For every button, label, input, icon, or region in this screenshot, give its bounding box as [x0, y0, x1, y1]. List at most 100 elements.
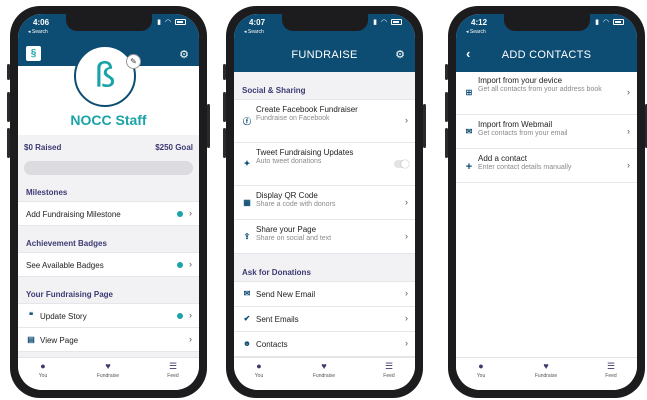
tab-you[interactable]: ● You	[18, 361, 68, 379]
add-contacts-screen: ‹ ADD CONTACTS 4:12 ◂ Search ▮ ◠ ⊞ Impor…	[456, 14, 637, 390]
section-ask-donations: Ask for Donations	[242, 268, 311, 277]
page-title: ADD CONTACTS	[501, 49, 592, 61]
row-title: Display QR Code	[256, 191, 318, 200]
create-facebook-fundraiser-row[interactable]: ⓕ Create Facebook Fundraiser Fundraise o…	[234, 99, 415, 143]
sent-emails-row[interactable]: ✔ Sent Emails ›	[234, 306, 415, 332]
section-milestones: Milestones	[26, 188, 68, 197]
row-title: Share your Page	[256, 225, 317, 234]
tab-label: You	[38, 373, 48, 379]
tab-label: You	[476, 373, 486, 379]
chevron-right-icon: ›	[405, 196, 408, 207]
tab-you[interactable]: ● You	[234, 361, 284, 379]
tab-you[interactable]: ● You	[456, 361, 506, 379]
notch	[281, 14, 368, 31]
back-to-search-link[interactable]: ◂ Search	[244, 29, 264, 35]
notch	[503, 14, 590, 31]
tab-fundraise[interactable]: ♥ Fundraise	[83, 361, 133, 379]
avatar[interactable]: ß	[74, 45, 136, 107]
battery-icon	[613, 19, 624, 26]
back-to-search-link[interactable]: ◂ Search	[466, 29, 486, 35]
tab-feed[interactable]: ☰ Feed	[586, 361, 636, 379]
display-qr-code-row[interactable]: ▦ Display QR Code Share a code with dono…	[234, 185, 415, 220]
profile-name: NOCC Staff	[70, 112, 147, 128]
section-badges: Achievement Badges	[26, 239, 107, 248]
section-social-sharing: Social & Sharing	[242, 86, 306, 95]
ribbon-icon: ß	[94, 56, 116, 96]
back-to-search-link[interactable]: ◂ Search	[28, 29, 48, 35]
list-icon: ☰	[606, 361, 616, 371]
gift-icon: ⊞	[465, 88, 473, 97]
row-title: Contacts	[256, 340, 288, 349]
add-milestone-row[interactable]: Add Fundraising Milestone ›	[18, 201, 199, 226]
section-fundraising-page: Your Fundraising Page	[26, 290, 113, 299]
status-icons: ▮ ◠	[373, 18, 402, 26]
chevron-right-icon: ›	[405, 115, 408, 125]
envelope-icon: ✉	[243, 289, 251, 298]
add-milestone-label: Add Fundraising Milestone	[26, 210, 121, 219]
chevron-right-icon: ›	[405, 338, 408, 348]
wifi-icon: ◠	[380, 19, 389, 26]
update-story-row[interactable]: ❝ Update Story ›	[18, 303, 199, 328]
phone-fundraise: FUNDRAISE ⚙ 4:07 ◂ Search ▮ ◠ Social & S…	[223, 6, 426, 398]
tweet-updates-toggle[interactable]	[394, 160, 409, 168]
add-contact-row[interactable]: + Add a contact Enter contact details ma…	[456, 148, 637, 183]
tab-label: Feed	[167, 373, 179, 379]
person-icon: ●	[256, 361, 262, 371]
tab-feed[interactable]: ☰ Feed	[148, 361, 198, 379]
status-time: 4:07	[249, 18, 266, 27]
fundraising-progress-bar	[24, 161, 193, 175]
organization-logo-icon: §	[26, 46, 41, 61]
qr-code-icon: ▦	[243, 197, 251, 207]
profile-content: $0 Raised $250 Goal Milestones Add Fundr…	[18, 135, 199, 357]
status-time: 4:12	[471, 18, 488, 27]
indicator-dot-icon	[177, 210, 183, 217]
chevron-right-icon: ›	[189, 207, 192, 218]
tab-bar: ● You ♥ Fundraise ☰ Feed	[18, 357, 199, 390]
chevron-right-icon: ›	[405, 230, 408, 241]
quote-icon: ❝	[28, 310, 34, 320]
row-subtitle: Auto tweet donations	[256, 158, 322, 165]
row-subtitle: Share a code with donors	[256, 201, 336, 208]
tab-feed[interactable]: ☰ Feed	[364, 361, 414, 379]
plus-icon: +	[465, 160, 473, 173]
tab-fundraise[interactable]: ♥ Fundraise	[299, 361, 349, 379]
indicator-dot-icon	[177, 261, 183, 268]
chevron-right-icon: ›	[189, 333, 192, 344]
fundraise-content: Social & Sharing ⓕ Create Facebook Fundr…	[234, 72, 415, 357]
import-webmail-row[interactable]: ✉ Import from Webmail Get contacts from …	[456, 114, 637, 149]
twitter-icon: ✦	[243, 159, 251, 168]
tweet-updates-row: ✦ Tweet Fundraising Updates Auto tweet d…	[234, 142, 415, 186]
gear-icon[interactable]: ⚙	[395, 48, 405, 61]
import-device-row[interactable]: ⊞ Import from your device Get all contac…	[456, 72, 637, 115]
row-title: Sent Emails	[256, 315, 299, 324]
see-badges-row[interactable]: See Available Badges ›	[18, 252, 199, 277]
list-icon: ☰	[384, 361, 394, 371]
signal-icon: ▮	[157, 19, 162, 26]
goal-amount: $250 Goal	[155, 143, 193, 152]
contacts-row[interactable]: ☻ Contacts ›	[234, 331, 415, 357]
profile-screen: § ⚙ 4:06 ◂ Search ▮ ◠ ß ✎ NOCC Staff $0 …	[18, 14, 199, 390]
share-icon: ⇪	[243, 231, 251, 241]
view-page-label: View Page	[40, 336, 79, 345]
chevron-right-icon: ›	[189, 309, 192, 320]
edit-avatar-icon[interactable]: ✎	[126, 54, 141, 69]
person-icon: ●	[478, 361, 484, 371]
row-title: Add a contact	[478, 154, 527, 163]
battery-icon	[391, 19, 402, 26]
raised-amount: $0 Raised	[24, 143, 62, 152]
row-subtitle: Fundraise on Facebook	[256, 115, 330, 122]
heart-icon: ♥	[105, 361, 111, 371]
heart-icon: ♥	[321, 361, 327, 371]
gear-icon[interactable]: ⚙	[179, 48, 189, 61]
phone-profile: § ⚙ 4:06 ◂ Search ▮ ◠ ß ✎ NOCC Staff $0 …	[7, 6, 210, 398]
wifi-icon: ◠	[602, 19, 611, 26]
indicator-dot-icon	[177, 312, 183, 319]
view-page-row[interactable]: ▤ View Page ›	[18, 327, 199, 352]
tab-bar: ● You ♥ Fundraise ☰ Feed	[456, 357, 637, 390]
phone-add-contacts: ‹ ADD CONTACTS 4:12 ◂ Search ▮ ◠ ⊞ Impor…	[445, 6, 647, 398]
tab-fundraise[interactable]: ♥ Fundraise	[521, 361, 571, 379]
send-new-email-row[interactable]: ✉ Send New Email ›	[234, 281, 415, 307]
tab-label: Fundraise	[312, 373, 336, 379]
share-page-row[interactable]: ⇪ Share your Page Share on social and te…	[234, 219, 415, 254]
wifi-icon: ◠	[164, 19, 173, 26]
